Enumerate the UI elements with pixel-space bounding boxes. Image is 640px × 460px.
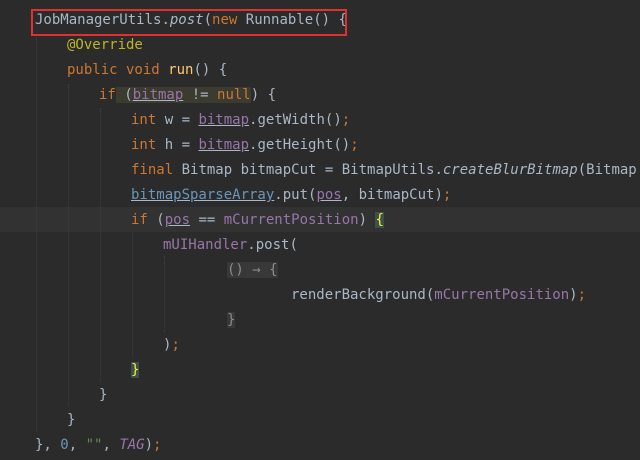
code-line-4[interactable]: if (bitmap != null) { [99, 83, 276, 108]
code-line-13[interactable]: } [227, 308, 236, 333]
indent-guide [164, 256, 165, 332]
parameter: pos [316, 187, 342, 203]
keyword: int [131, 112, 157, 128]
code-line-9[interactable]: if (pos == mCurrentPosition) { [131, 208, 384, 233]
annotation: @Override [67, 37, 143, 53]
lambda-fold-end[interactable]: } [227, 312, 236, 328]
field: mCurrentPosition [434, 287, 570, 303]
method-name: run [168, 62, 194, 78]
indent-guide [100, 108, 101, 382]
indent-guide [68, 84, 69, 406]
field: bitmap [198, 137, 250, 153]
matched-brace: } [131, 362, 140, 378]
constant: TAG [119, 437, 145, 453]
field: bitmap [198, 112, 250, 128]
method-call: renderBackground( [291, 287, 435, 303]
code-line-5[interactable]: int w = bitmap.getWidth(); [131, 108, 350, 133]
static-method: createBlurBitmap [442, 162, 578, 178]
indent-guide [36, 34, 37, 432]
keyword: if [99, 87, 116, 103]
keyword: final [131, 162, 174, 178]
code-line-6[interactable]: int h = bitmap.getHeight(); [131, 133, 359, 158]
code-line-16[interactable]: } [99, 383, 107, 408]
field: mCurrentPosition [223, 212, 359, 228]
code-line-12[interactable]: renderBackground(mCurrentPosition); [291, 283, 586, 308]
string-literal: "" [85, 437, 103, 453]
code-line-14[interactable]: ); [163, 333, 180, 358]
indent-guide [132, 232, 133, 357]
number: 0 [60, 437, 69, 453]
keyword: null [217, 87, 251, 103]
code-line-2[interactable]: @Override [67, 33, 143, 58]
condition: (bitmap != null [115, 87, 251, 103]
red-highlight-box [31, 9, 347, 36]
field: mUIHandler [163, 237, 248, 253]
code-line-7[interactable]: final Bitmap bitmapCut = BitmapUtils.cre… [131, 158, 640, 183]
field: bitmapSparseArray [131, 187, 275, 203]
code-line-3[interactable]: public void run() { [67, 58, 227, 83]
keyword: if [131, 212, 148, 228]
matched-brace: { [375, 212, 384, 228]
lambda-fold[interactable]: () → { [227, 262, 278, 278]
code-line-15[interactable]: } [131, 358, 140, 383]
code-line-17[interactable]: } [67, 408, 75, 433]
code-line-8[interactable]: bitmapSparseArray.put(pos, bitmapCut); [131, 183, 451, 208]
field: bitmap [132, 87, 184, 103]
code-line-18[interactable]: }, 0, "", TAG); [35, 433, 161, 458]
parameter: pos [164, 212, 191, 228]
code-line-11[interactable]: () → { [227, 258, 278, 283]
code-editor[interactable]: JobManagerUtils.post(new Runnable() { @O… [0, 0, 640, 460]
keyword: int [131, 137, 157, 153]
keyword: public void [67, 62, 160, 78]
code-line-10[interactable]: mUIHandler.post( [163, 233, 298, 258]
